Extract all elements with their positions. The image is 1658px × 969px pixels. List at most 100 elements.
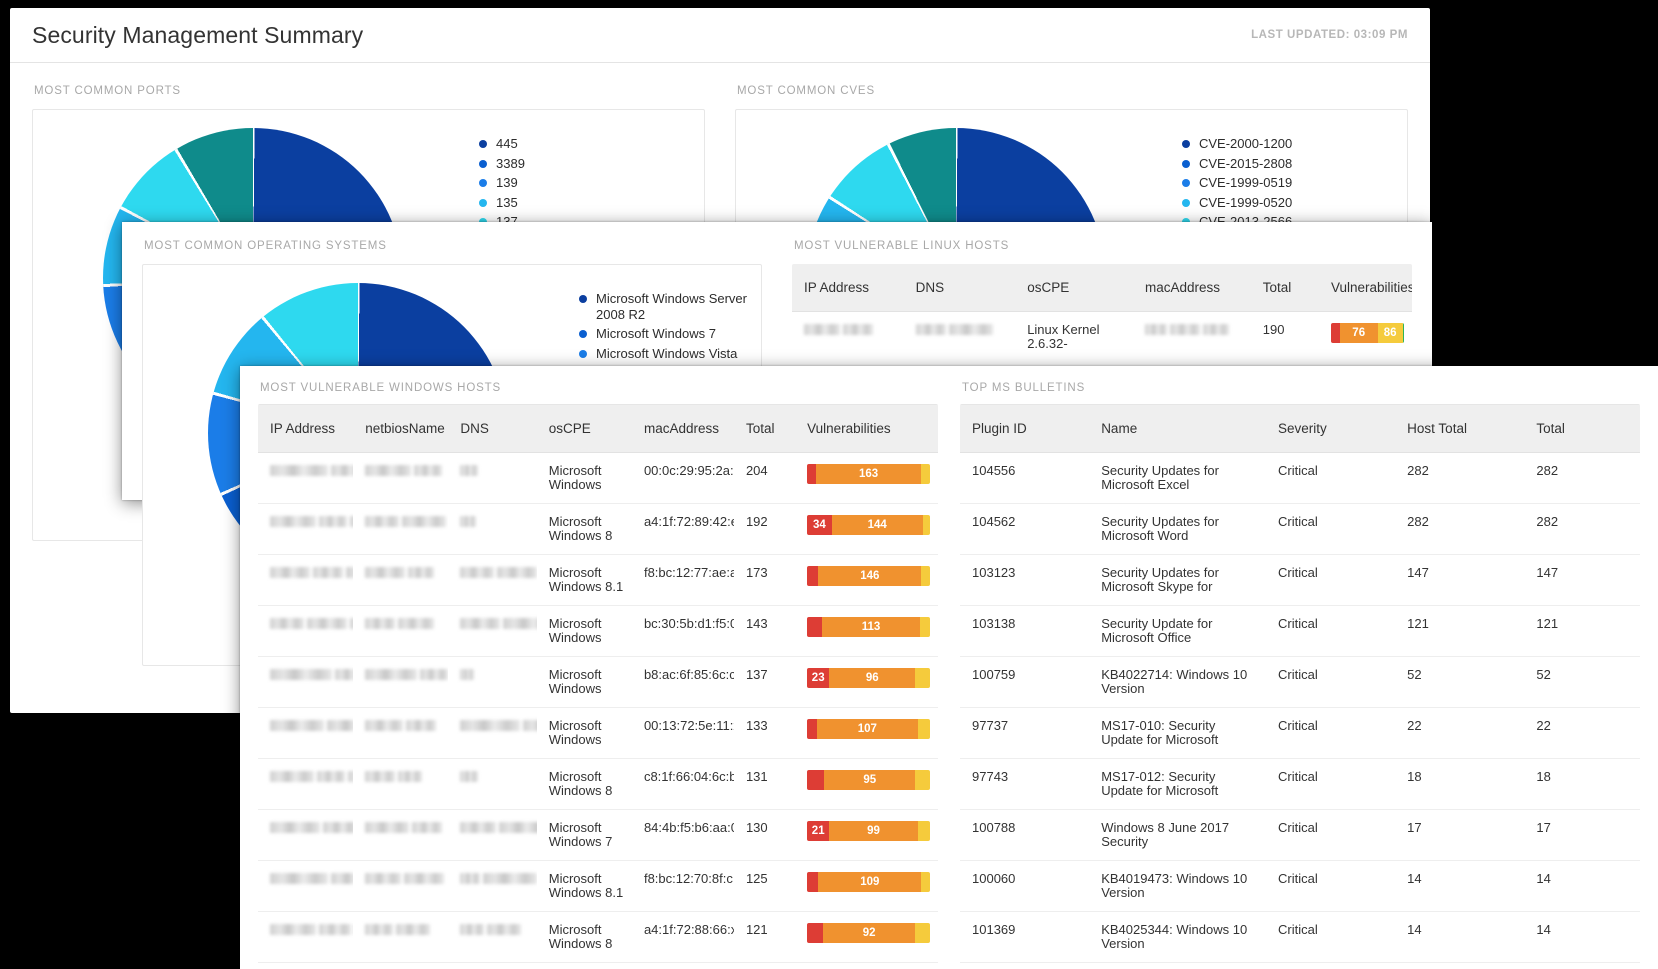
vulnerability-bar[interactable]: 109 [807,872,930,892]
legend-item[interactable]: Microsoft Windows Vista [579,346,753,362]
vulnerability-bar[interactable]: 95 [807,770,930,790]
cell-dns [448,452,537,504]
cell-plugin-id: 100788 [960,809,1090,861]
column-header-oscpe[interactable]: osCPE [536,404,632,453]
legend-item[interactable]: CVE-1999-0519 [1182,175,1399,191]
cell-dns [448,911,537,963]
cell-total: 18 [1524,758,1640,810]
table-row[interactable]: 97743 MS17-012: Security Update for Micro… [960,758,1640,810]
cell-severity: Critical [1265,605,1396,657]
table-row[interactable]: Microsoft Windows 7 84:4b:f5:b6:aa:0 130 21… [258,809,938,861]
redaction-block [404,873,445,885]
panel-title-linux: MOST VULNERABLE LINUX HOSTS [794,240,1010,252]
cell-ip-address [258,758,354,810]
column-header-vulnerabilities[interactable]: Vulnerabilities [1318,264,1412,312]
vulnerability-bar[interactable]: 21 99 [807,821,930,841]
column-header-ip-address[interactable]: IP Address [792,264,904,312]
legend-item[interactable]: Microsoft Windows 7 [579,326,753,342]
cell-total: 14 [1524,860,1640,912]
cell-total: 143 [733,605,796,657]
cell-host-total: 147 [1395,554,1525,606]
table-row[interactable]: Microsoft Windows 8.1 f8:bc:12:70:8f:c 125… [258,860,938,912]
column-header-ip-address[interactable]: IP Address [258,404,354,453]
vulnerability-bar[interactable]: 76 86 [1330,323,1404,343]
column-header-severity[interactable]: Severity [1265,404,1396,453]
cell-total: 173 [733,554,796,606]
column-header-host-total[interactable]: Host Total [1395,404,1525,453]
cell-name: Security Updates for Microsoft Word [1089,503,1266,555]
vulnerability-segment-critical [807,872,819,892]
redacted-value [270,821,354,836]
redaction-block [460,516,477,528]
legend-item[interactable]: CVE-2015-2808 [1182,156,1399,172]
table-row[interactable]: Microsoft Windows 00:13:72:5e:11:x 133 107 [258,707,938,759]
legend-item[interactable]: CVE-2000-1200 [1182,136,1399,152]
legend-item[interactable]: 3389 [479,156,696,172]
table-row[interactable]: 101369 KB4025344: Windows 10 Version Criti… [960,911,1640,963]
redaction-block [331,873,354,885]
table-row[interactable]: 103138 Security Update for Microsoft Offi… [960,605,1640,657]
table-row[interactable]: 100759 KB4022714: Windows 10 Version Criti… [960,656,1640,708]
table-row[interactable]: 103123 Security Updates for Microsoft Sky… [960,554,1640,606]
table-row[interactable]: 100060 KB4019473: Windows 10 Version Criti… [960,860,1640,912]
redaction-block [270,873,328,885]
legend-item[interactable]: 135 [479,195,696,211]
cell-plugin-id: 103123 [960,554,1090,606]
cell-netbios-name [353,758,449,810]
cell-netbios-name [353,503,449,555]
table-row[interactable]: Microsoft Windows 8 a4:1f:72:88:66:x 121 92 [258,911,938,963]
column-header-dns[interactable]: DNS [448,404,537,453]
bulletins-table-body: 104556 Security Updates for Microsoft Exc… [960,452,1640,963]
cell-name: KB4022714: Windows 10 Version [1089,656,1266,708]
vulnerability-bar[interactable]: 23 96 [807,668,930,688]
windows-hosts-table: IP Address netbiosName DNS osCPE macAddress T… [258,404,938,963]
table-row[interactable]: 100788 Windows 8 June 2017 Security Critic… [960,809,1640,861]
legend-item-label: 135 [496,194,518,210]
cell-vulnerabilities: 107 [795,707,938,759]
column-header-total[interactable]: Total [733,404,796,453]
table-row[interactable]: Microsoft Windows 8 a4:1f:72:89:42:e 192 34… [258,503,938,555]
column-header-name[interactable]: Name [1089,404,1266,453]
vulnerability-bar[interactable]: 146 [807,566,930,586]
table-row[interactable]: 104556 Security Updates for Microsoft Exc… [960,452,1640,504]
column-header-macaddress[interactable]: macAddress [1132,264,1251,312]
table-row[interactable]: Microsoft Windows 00:0c:29:95:2a:1 204 163 [258,452,938,504]
table-row[interactable]: Microsoft Windows 8 c8:1f:66:04:6c:b 131 95 [258,758,938,810]
redaction-block [270,720,324,732]
cell-dns [448,554,537,606]
column-header-vulnerabilities[interactable]: Vulnerabilities [795,404,938,453]
legend-item[interactable]: Microsoft Windows Server 2008 R2 [579,291,753,322]
legend-item[interactable]: 445 [479,136,696,152]
redaction-block [365,465,412,477]
column-header-total[interactable]: Total [1524,404,1640,453]
table-row[interactable]: 104562 Security Updates for Microsoft Wor… [960,503,1640,555]
table-row[interactable]: Microsoft Windows b8:ac:6f:85:6c:c 137 23 96 [258,656,938,708]
vulnerability-segment-critical [807,923,824,943]
vulnerability-bar[interactable]: 92 [807,923,930,943]
vulnerability-bar[interactable]: 34 144 [807,515,930,535]
redaction-block [503,618,537,630]
vulnerability-bar[interactable]: 163 [807,464,930,484]
table-row[interactable]: Microsoft Windows 8.1 f8:bc:12:77:ae:a 173… [258,554,938,606]
cell-netbios-name [353,452,449,504]
column-header-dns[interactable]: DNS [903,264,1016,312]
column-header-plugin-id[interactable]: Plugin ID [960,404,1090,453]
vulnerability-bar[interactable]: 107 [807,719,930,739]
column-header-total[interactable]: Total [1250,264,1319,312]
column-header-netbiosname[interactable]: netbiosName [353,404,449,453]
vulnerability-bar[interactable]: 113 [807,617,930,637]
redacted-value [804,323,896,338]
legend-item[interactable]: 139 [479,175,696,191]
legend-item[interactable]: CVE-1999-0520 [1182,195,1399,211]
column-header-macaddress[interactable]: macAddress [631,404,734,453]
vulnerability-segment-medium [915,668,930,688]
cell-ip-address [258,503,354,555]
cell-mac-address: b8:ac:6f:85:6c:c [631,656,734,708]
table-row[interactable]: Microsoft Windows bc:30:5b:d1:f5:0 143 113 [258,605,938,657]
dashboard-screenshot: Security Management Summary LAST UPDATED… [0,0,1658,969]
table-row[interactable]: 97737 MS17-010: Security Update for Micro… [960,707,1640,759]
column-header-oscpe[interactable]: osCPE [1015,264,1133,312]
cell-netbios-name [353,911,449,963]
cell-oscpe: Microsoft Windows [536,707,632,759]
legend-color-dot-icon [1182,140,1190,148]
